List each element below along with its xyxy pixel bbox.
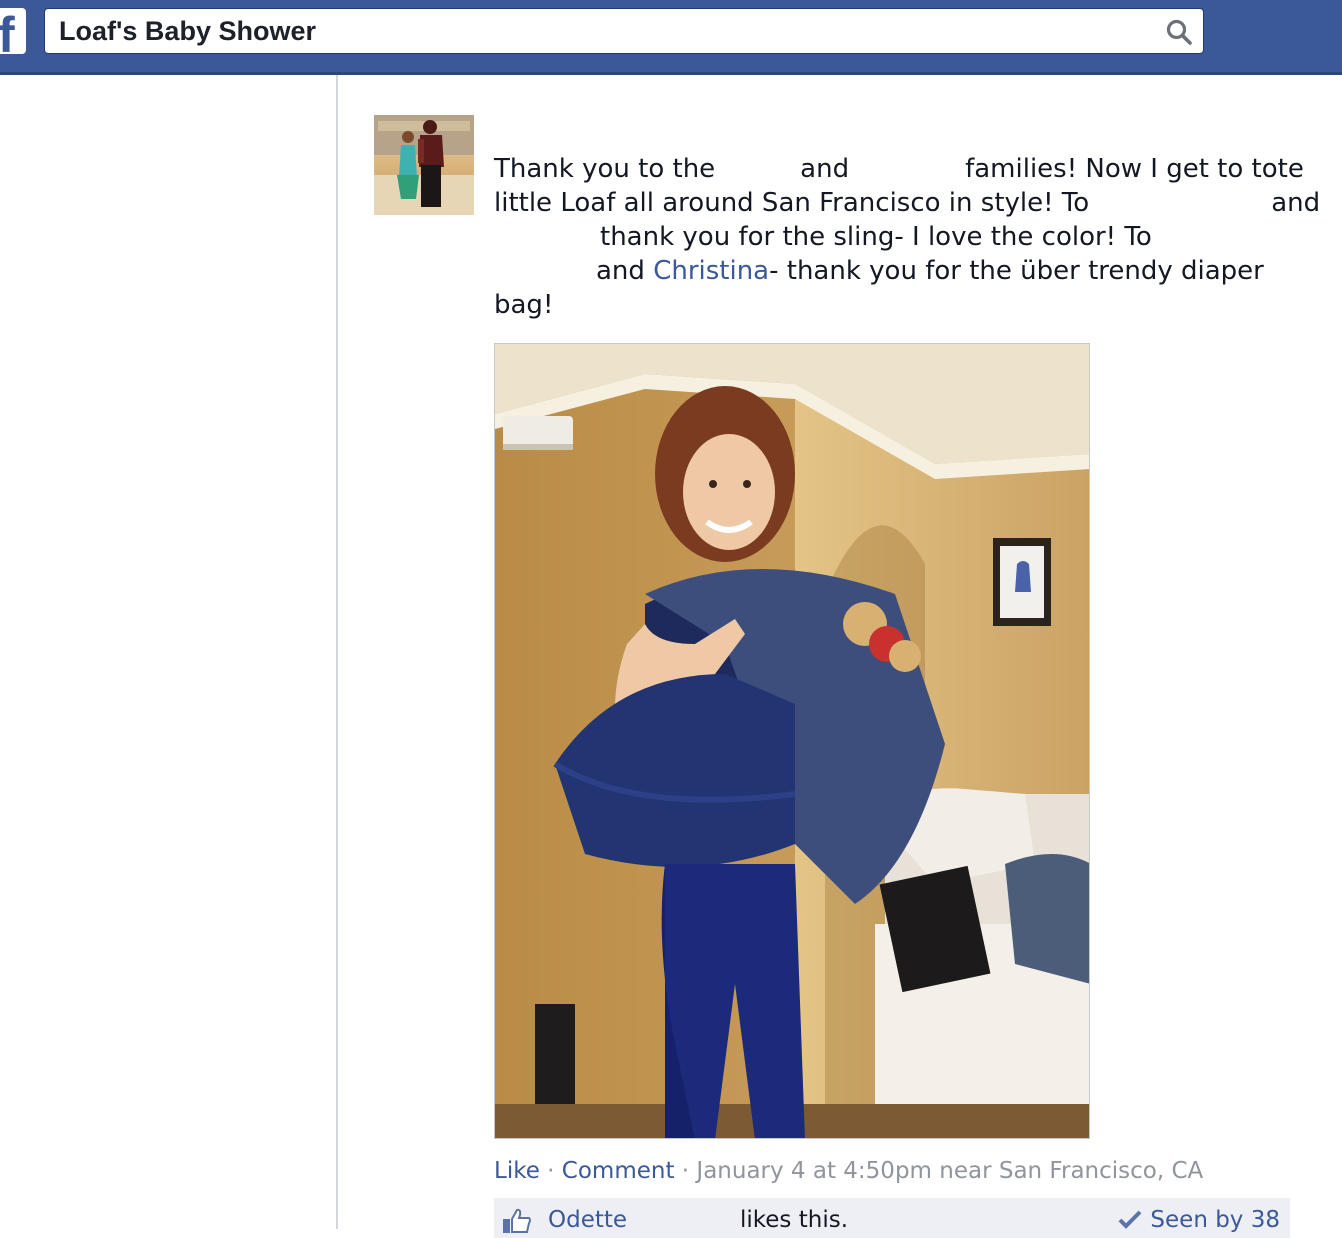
like-link[interactable]: Like (494, 1158, 540, 1184)
search-icon[interactable] (1165, 18, 1193, 46)
post-meta: Like · Comment · January 4 at 4:50pm nea… (494, 1158, 1203, 1184)
avatar[interactable] (374, 115, 474, 215)
post-photo[interactable] (494, 343, 1090, 1139)
checkmark-icon (1119, 1210, 1142, 1229)
comment-link[interactable]: Comment (562, 1158, 675, 1184)
thumbs-up-icon (503, 1208, 531, 1233)
left-column (0, 75, 336, 1229)
post-text-line: and Christina- thank you for the über tr… (596, 256, 1264, 286)
post-text-line: Thank you to the and families! Now I get t… (494, 154, 1304, 184)
liker-name-link[interactable]: Odette (548, 1207, 627, 1233)
search-box[interactable] (44, 8, 1204, 54)
top-bar: f (0, 0, 1342, 75)
post-text-line: thank you for the sling- I love the colo… (600, 222, 1152, 252)
post-timestamp[interactable]: January 4 at 4:50pm near San Francisco, … (696, 1158, 1203, 1184)
seen-by-link[interactable]: Seen by 38 (1118, 1207, 1280, 1233)
likes-text: likes this. (740, 1207, 849, 1233)
meta-separator: · (674, 1158, 697, 1184)
mention-link-christina[interactable]: Christina (653, 256, 769, 286)
meta-separator: · (539, 1158, 562, 1184)
seen-by-text[interactable]: Seen by 38 (1150, 1207, 1280, 1233)
post-text-line: little Loaf all around San Francisco in … (494, 188, 1321, 218)
likes-bar: Odette likes this. Seen by 38 (494, 1198, 1290, 1238)
facebook-logo[interactable]: f (0, 8, 26, 54)
search-input[interactable] (45, 9, 1159, 53)
post-text-line: bag! (494, 290, 554, 320)
post-text: Thank you to the and families! Now I get t… (494, 152, 1321, 322)
